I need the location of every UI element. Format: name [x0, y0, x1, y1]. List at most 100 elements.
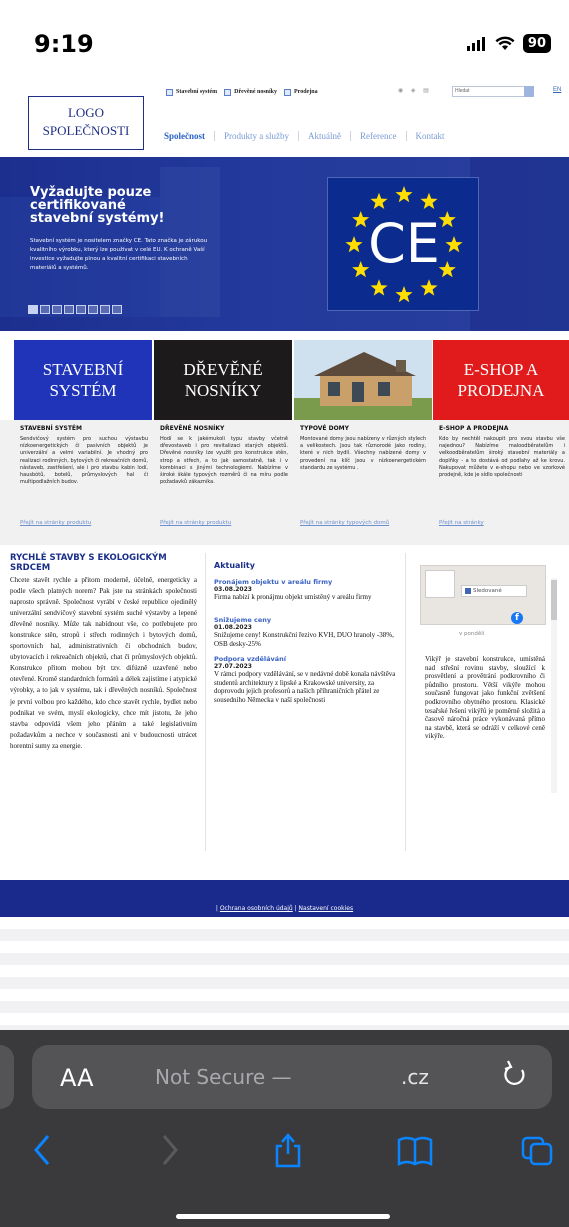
tile-text-nosniky: Hodí se k jakémukoli typu stavby včetně … — [160, 436, 288, 486]
hero-pager[interactable] — [28, 305, 122, 314]
status-time: 9:19 — [34, 30, 94, 58]
facebook-scrollbar-thumb[interactable] — [551, 580, 557, 620]
url-security-label[interactable]: Not Secure — — [155, 1065, 292, 1089]
star-icon — [352, 261, 370, 278]
pager-dot[interactable] — [88, 305, 98, 314]
news-text: Firma nabízí k pronájmu objekt umístěný … — [214, 593, 372, 601]
home-indicator[interactable] — [176, 1214, 390, 1219]
topbar-link-prodejna[interactable]: Prodejna — [284, 88, 318, 96]
intro-title: RYCHLÉ STAVBY S EKOLOGICKÝM SRDCEM — [10, 553, 167, 573]
facebook-small-icon — [465, 587, 471, 594]
square-icon — [166, 88, 173, 96]
previous-tab-edge[interactable] — [0, 1045, 14, 1109]
main-nav: Společnost Produkty a služby Aktuálně Re… — [155, 125, 454, 147]
tile-link-stavebni[interactable]: Přejít na stránky produktu — [20, 520, 91, 526]
facebook-post-date: v pondělí — [459, 631, 485, 637]
tile-text-eshop: Kdo by nechtěl nakoupit pro svou stavbu … — [439, 436, 565, 479]
logo-line-2: SPOLEČNOSTI — [42, 123, 130, 138]
company-logo[interactable]: LOGO SPOLEČNOSTI — [28, 96, 144, 150]
tile-text-stavebni: Sendvičový systém pro suchou výstavbu ní… — [20, 436, 148, 486]
news-date: 01.08.2023 — [214, 624, 252, 631]
tile-image-typove-domy[interactable] — [294, 340, 432, 420]
tile-link-eshop[interactable]: Přejít na stránky — [439, 520, 484, 526]
forward-icon[interactable] — [158, 1130, 182, 1170]
pager-dot[interactable] — [76, 305, 86, 314]
tile-banner-eshop[interactable]: E-SHOP A PRODEJNA — [433, 340, 569, 420]
star-icon — [370, 192, 388, 209]
logo-line-1: LOGO — [67, 105, 105, 120]
ce-eu-stars-icon: CE — [345, 186, 463, 303]
footer-link-privacy[interactable]: Ochrana osobních údajů — [220, 905, 293, 912]
address-bar[interactable] — [32, 1045, 552, 1109]
news-title: Aktuality — [214, 561, 255, 570]
reader-settings-button[interactable]: AA — [60, 1064, 94, 1092]
news-heading[interactable]: Snižujeme ceny — [214, 616, 398, 624]
footer-links: | Ochrana osobních údajů | Nastavení coo… — [215, 905, 354, 912]
share-icon[interactable] — [273, 1130, 303, 1170]
news-text: Snižujeme ceny! Konstrukční řezivo KVH, … — [214, 631, 394, 648]
news-heading[interactable]: Podpora vzdělávání — [214, 655, 398, 663]
house-photo-icon — [294, 340, 432, 420]
pager-dot[interactable] — [52, 305, 62, 314]
star-icon — [420, 192, 438, 209]
square-icon — [284, 88, 292, 96]
topbar-link-nosniky[interactable]: Dřevěné nosníky — [224, 88, 277, 96]
pager-dot[interactable] — [100, 305, 110, 314]
square-icon — [224, 88, 232, 96]
facebook-icon[interactable]: f — [511, 612, 523, 624]
ce-mark-image: CE — [327, 177, 479, 311]
star-icon — [395, 286, 413, 303]
column-divider — [205, 553, 206, 851]
page-blank-area — [0, 917, 569, 1037]
facebook-follow-button[interactable]: Sledované — [461, 585, 527, 597]
news-item[interactable]: Pronájem objektu v areálu firmy 03.08.20… — [214, 578, 398, 602]
signal-icon — [466, 36, 485, 51]
language-switch[interactable]: EN — [553, 87, 561, 93]
url-domain[interactable]: .cz — [401, 1065, 429, 1089]
star-icon — [352, 211, 370, 228]
nav-reference[interactable]: Reference — [351, 131, 407, 141]
star-icon — [438, 261, 456, 278]
nav-aktualne[interactable]: Aktuálně — [299, 131, 352, 141]
nav-spolecnost[interactable]: Společnost — [155, 131, 216, 141]
pager-dot[interactable] — [40, 305, 50, 314]
news-item[interactable]: Snižujeme ceny 01.08.2023 Snižujeme ceny… — [214, 616, 398, 648]
star-icon — [438, 211, 456, 228]
tile-banner-nosniky[interactable]: DŘEVĚNÉ NOSNÍKY — [154, 340, 292, 420]
topbar-link-stavebni[interactable]: Stavební systém — [166, 88, 217, 96]
page-avatar — [425, 570, 455, 598]
nav-produkty[interactable]: Produkty a služby — [215, 131, 300, 141]
site-search-input[interactable]: Hledat — [452, 86, 532, 97]
column-divider — [405, 553, 406, 851]
news-date: 03.08.2023 — [214, 586, 252, 593]
tile-link-typove-domy[interactable]: Přejít na stránky typových domů — [300, 520, 389, 526]
star-icon — [370, 279, 388, 296]
tile-heading-stavebni: STAVEBNÍ SYSTÉM — [20, 425, 82, 432]
star-icon — [345, 236, 363, 253]
tile-heading-eshop: E-SHOP A PRODEJNA — [439, 425, 509, 432]
footer-link-cookies[interactable]: Nastavení cookies — [299, 905, 354, 912]
nav-kontakt[interactable]: Kontakt — [407, 131, 454, 141]
pager-dot[interactable] — [112, 305, 122, 314]
pager-dot[interactable] — [28, 305, 38, 314]
hero-text: Stavební systém je nositelem značky CE. … — [30, 238, 208, 271]
bookmarks-icon[interactable] — [396, 1130, 434, 1170]
back-icon[interactable] — [30, 1130, 54, 1170]
tile-text-typove-domy: Montované domy jsou nabízeny v různých s… — [300, 436, 426, 471]
hero-title: Vyžadujte pouze certifikované stavební s… — [30, 185, 165, 226]
wifi-icon — [495, 36, 515, 50]
reload-icon[interactable] — [500, 1058, 530, 1092]
tabs-icon[interactable] — [520, 1130, 556, 1170]
intro-text: Chcete stavět rychle a přitom moderně, ú… — [10, 576, 197, 750]
svg-text:CE: CE — [368, 212, 440, 275]
news-heading[interactable]: Pronájem objektu v areálu firmy — [214, 578, 398, 586]
tile-link-nosniky[interactable]: Přejít na stránky produktu — [160, 520, 231, 526]
search-button[interactable] — [524, 86, 534, 97]
star-icon — [445, 236, 463, 253]
star-icon — [420, 279, 438, 296]
star-icon — [395, 186, 413, 203]
pager-dot[interactable] — [64, 305, 74, 314]
tile-banner-stavebni[interactable]: STAVEBNÍ SYSTÉM — [14, 340, 152, 420]
news-item[interactable]: Podpora vzdělávání 27.07.2023 V rámci po… — [214, 655, 398, 704]
share-icons[interactable]: ◉ ◈ ▤ — [398, 87, 432, 94]
